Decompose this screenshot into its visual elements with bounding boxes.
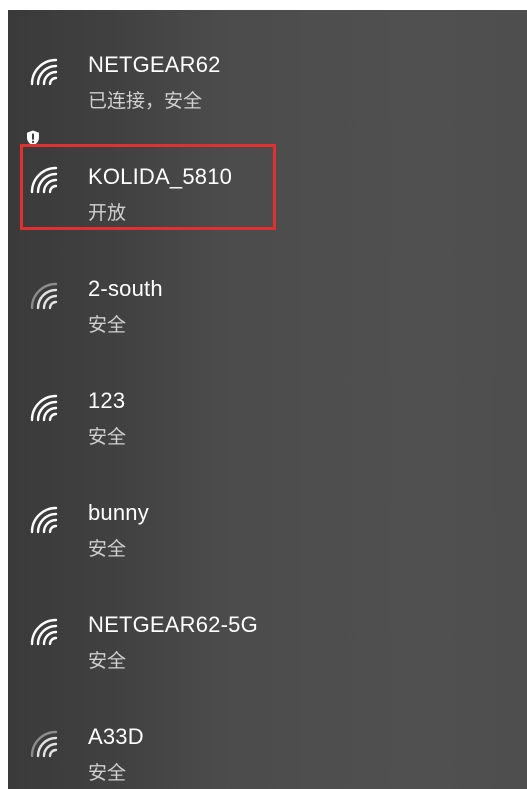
network-name: A33D bbox=[88, 724, 144, 749]
wifi-network-panel: NETGEAR62 已连接，安全 KOLIDA_5810 开放 2-south … bbox=[8, 10, 527, 789]
network-name: 2-south bbox=[88, 276, 163, 301]
network-item-2-south[interactable]: 2-south 安全 bbox=[8, 234, 527, 336]
network-status: 安全 bbox=[88, 314, 127, 336]
wifi-icon bbox=[28, 504, 64, 534]
network-status: 安全 bbox=[88, 762, 127, 784]
network-item-netgear62[interactable]: NETGEAR62 已连接，安全 bbox=[8, 10, 527, 112]
network-status: 已连接，安全 bbox=[88, 90, 203, 112]
wifi-icon bbox=[28, 392, 64, 422]
network-item-bunny[interactable]: bunny 安全 bbox=[8, 458, 527, 560]
network-item-a33d[interactable]: A33D 安全 bbox=[8, 682, 527, 784]
network-item-kolida-5810[interactable]: KOLIDA_5810 开放 bbox=[8, 122, 527, 224]
network-status: 安全 bbox=[88, 650, 127, 672]
network-status: 安全 bbox=[88, 538, 127, 560]
network-name: KOLIDA_5810 bbox=[88, 164, 233, 189]
wifi-icon bbox=[28, 616, 64, 646]
network-name: NETGEAR62-5G bbox=[88, 612, 258, 637]
wifi-icon bbox=[28, 728, 64, 758]
shield-warning-icon bbox=[26, 130, 40, 146]
wifi-icon bbox=[28, 164, 64, 194]
network-name: NETGEAR62 bbox=[88, 52, 221, 77]
network-name: bunny bbox=[88, 500, 149, 525]
network-status: 开放 bbox=[88, 202, 127, 224]
network-item-123[interactable]: 123 安全 bbox=[8, 346, 527, 448]
wifi-icon bbox=[28, 280, 64, 310]
network-item-netgear62-5g[interactable]: NETGEAR62-5G 安全 bbox=[8, 570, 527, 672]
network-name: 123 bbox=[88, 388, 126, 413]
wifi-icon bbox=[28, 56, 64, 86]
network-status: 安全 bbox=[88, 426, 127, 448]
